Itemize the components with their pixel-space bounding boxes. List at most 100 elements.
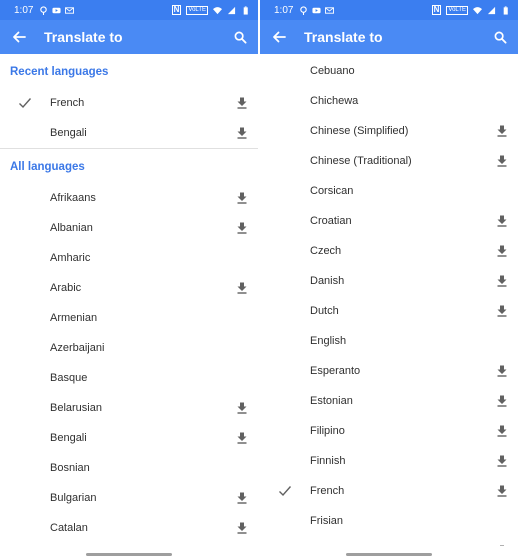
language-label: Bengali	[50, 432, 87, 444]
search-icon	[494, 31, 507, 44]
language-label: Bosnian	[50, 462, 90, 474]
gesture-nav-bar	[260, 546, 518, 560]
language-label: Cebuano	[310, 65, 355, 77]
download-icon[interactable]	[496, 215, 508, 227]
language-row[interactable]: Filipino	[260, 416, 518, 446]
language-row[interactable]: Bosnian	[0, 453, 258, 483]
download-icon[interactable]	[496, 395, 508, 407]
download-icon[interactable]	[496, 155, 508, 167]
download-icon[interactable]	[236, 432, 248, 444]
youtube-icon	[312, 7, 322, 13]
youtube-icon	[52, 7, 62, 13]
download-icon[interactable]	[496, 275, 508, 287]
signal-icon	[227, 6, 236, 14]
recent-languages-header: Recent languages	[10, 66, 109, 78]
language-row[interactable]: Chinese (Simplified)	[260, 116, 518, 146]
download-icon[interactable]	[496, 485, 508, 497]
language-label: Danish	[310, 275, 345, 287]
language-row[interactable]: Arabic	[0, 273, 258, 303]
language-row[interactable]: French	[0, 88, 258, 118]
download-icon[interactable]	[496, 455, 508, 467]
back-button[interactable]	[268, 26, 290, 48]
language-row[interactable]: Bulgarian	[0, 483, 258, 513]
download-icon[interactable]	[236, 127, 248, 139]
language-label: Arabic	[50, 282, 82, 294]
language-label: Estonian	[310, 395, 353, 407]
download-icon[interactable]	[236, 192, 248, 204]
language-row[interactable]: Corsican	[260, 176, 518, 206]
language-label: Azerbaijani	[50, 342, 105, 354]
language-row[interactable]: Czech	[260, 236, 518, 266]
download-icon[interactable]	[496, 125, 508, 137]
search-button[interactable]	[230, 27, 250, 47]
download-icon[interactable]	[236, 97, 248, 109]
language-row[interactable]: Afrikaans	[0, 183, 258, 213]
language-row[interactable]: Cebuano	[260, 56, 518, 86]
status-system-icons: N VoLTE	[431, 5, 510, 15]
language-label: Esperanto	[310, 365, 361, 377]
language-label: Chinese (Simplified)	[310, 125, 409, 137]
download-icon[interactable]	[236, 492, 248, 504]
language-label: Filipino	[310, 425, 345, 437]
language-label: Amharic	[50, 252, 91, 264]
download-icon[interactable]	[236, 402, 248, 414]
home-gesture-pill[interactable]	[86, 553, 172, 556]
language-row[interactable]: Basque	[0, 363, 258, 393]
all-languages-list: Afrikaans Albanian Amharic Arabic Armenian Az…	[0, 183, 258, 543]
download-icon[interactable]	[236, 222, 248, 234]
status-notification-icons	[39, 5, 75, 15]
status-bar: 1:07 N VoLTE	[260, 0, 518, 20]
language-row[interactable]: Frisian	[260, 506, 518, 536]
language-row[interactable]: Dutch	[260, 296, 518, 326]
back-button[interactable]	[8, 26, 30, 48]
language-row[interactable]: Bengali	[0, 423, 258, 453]
language-row[interactable]: Esperanto	[260, 356, 518, 386]
language-row[interactable]: Armenian	[0, 303, 258, 333]
left-screen: 1:07 N VoLTE Translate to Recent languag…	[0, 0, 258, 560]
download-icon[interactable]	[496, 365, 508, 377]
download-icon[interactable]	[236, 522, 248, 534]
page-title: Translate to	[304, 29, 383, 45]
language-row[interactable]: Amharic	[0, 243, 258, 273]
search-icon	[234, 31, 247, 44]
search-button[interactable]	[490, 27, 510, 47]
language-row[interactable]: Albanian	[0, 213, 258, 243]
download-icon[interactable]	[236, 282, 248, 294]
status-notification-icons	[299, 5, 335, 15]
language-row[interactable]: Belarusian	[0, 393, 258, 423]
language-row[interactable]: Azerbaijani	[0, 333, 258, 363]
download-icon[interactable]	[496, 245, 508, 257]
language-row[interactable]: Catalan	[0, 513, 258, 543]
language-row[interactable]: French	[260, 476, 518, 506]
language-label: Czech	[310, 245, 342, 257]
language-label: Catalan	[50, 522, 88, 534]
language-label: English	[310, 335, 347, 347]
language-row[interactable]: Chinese (Traditional)	[260, 146, 518, 176]
location-icon	[300, 5, 308, 15]
language-label: Afrikaans	[50, 192, 96, 204]
gesture-nav-bar	[0, 546, 258, 560]
language-label: French	[50, 97, 85, 109]
language-label: Belarusian	[50, 402, 102, 414]
download-icon[interactable]	[496, 305, 508, 317]
volte-icon: VoLTE	[186, 5, 208, 15]
app-bar: Translate to	[0, 20, 258, 54]
status-system-icons: N VoLTE	[171, 5, 250, 15]
language-row[interactable]: Croatian	[260, 206, 518, 236]
language-row[interactable]: Bengali	[0, 118, 258, 148]
language-row[interactable]: Finnish	[260, 446, 518, 476]
language-label: Bulgarian	[50, 492, 97, 504]
recent-languages-list: French Bengali	[0, 88, 258, 148]
language-row[interactable]: Estonian	[260, 386, 518, 416]
language-label: Corsican	[310, 185, 354, 197]
signal-icon	[487, 6, 496, 14]
language-label: French	[310, 485, 345, 497]
language-label: Frisian	[310, 515, 344, 527]
language-row[interactable]: Danish	[260, 266, 518, 296]
language-row[interactable]: English	[260, 326, 518, 356]
language-row[interactable]: Chichewa	[260, 86, 518, 116]
page-title: Translate to	[44, 29, 123, 45]
download-icon[interactable]	[496, 425, 508, 437]
battery-icon	[243, 5, 248, 15]
home-gesture-pill[interactable]	[346, 553, 432, 556]
